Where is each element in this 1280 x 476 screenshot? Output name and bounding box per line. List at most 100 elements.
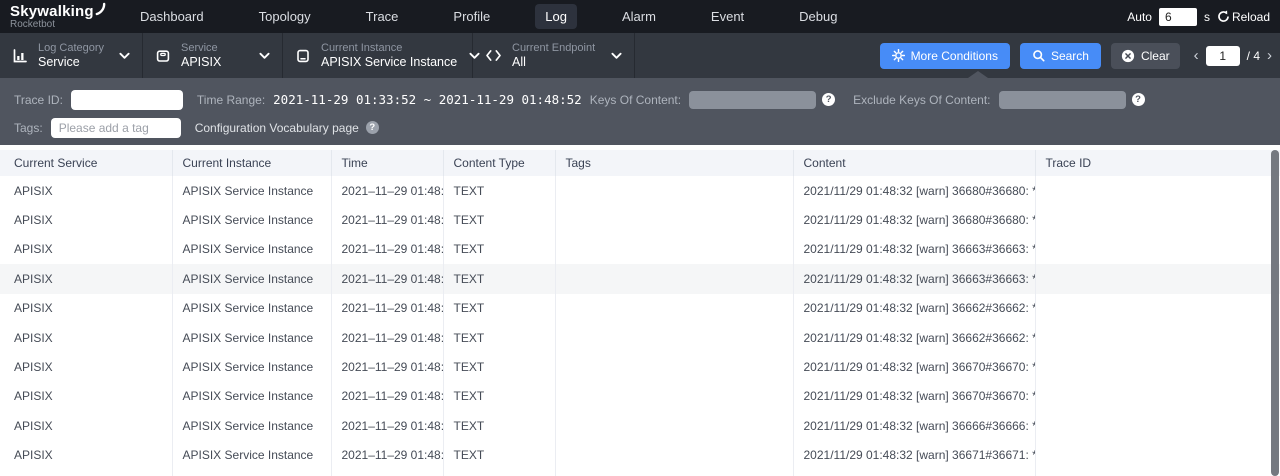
cell-instance: APISIX Service Instance [172,411,331,440]
cell-time: 2021–11–29 01:48:52 [331,352,443,381]
cell-instance: APISIX Service Instance [172,352,331,381]
logo-swoosh-icon [95,2,106,16]
search-label: Search [1051,49,1089,63]
table-row[interactable]: APISIXAPISIX Service Instance2021–11–29 … [0,294,1280,323]
cell-content: 2021/11/29 01:48:32 [warn] 36680#36680: … [793,205,1035,234]
nav-item-debug[interactable]: Debug [789,4,847,29]
time-range-label: Time Range: [197,93,265,107]
current-instance-selector[interactable]: Current Instance APISIX Service Instance [283,33,473,78]
current-endpoint-selector[interactable]: Current Endpoint All [473,33,635,78]
chevron-down-icon [247,52,270,60]
cell-content: 2021/11/29 01:48:32 [warn] 36662#36662: … [793,294,1035,323]
table-row[interactable]: APISIXAPISIX Service Instance2021–11–29 … [0,441,1280,470]
exclude-keys-input[interactable] [999,91,1126,109]
cell-service: APISIX [0,294,172,323]
cell-type: TEXT [443,235,555,264]
table-row[interactable]: APISIXAPISIX Service Instance2021–11–29 … [0,382,1280,411]
app-logo[interactable]: Skywalking Rocketbot [10,4,106,30]
nav-item-event[interactable]: Event [701,4,754,29]
nav-item-log[interactable]: Log [535,4,577,29]
cell-service: APISIX [0,441,172,470]
selector-value: APISIX [181,55,221,70]
tags-label: Tags: [14,121,43,135]
cell-tags [555,294,793,323]
cell-service: APISIX [0,323,172,352]
cell-tags [555,352,793,381]
auto-label: Auto [1127,10,1152,24]
help-icon[interactable]: ? [1132,93,1145,106]
top-navbar: Skywalking Rocketbot Dashboard Topology Tr… [0,0,1280,33]
cell-time: 2021–11–29 01:48:52 [331,235,443,264]
reload-icon [1217,10,1230,23]
cell-time: 2021–11–29 01:48:52 [331,205,443,234]
cell-service: APISIX [0,176,172,205]
exclude-keys-label: Exclude Keys Of Content: [853,93,990,107]
help-icon[interactable]: ? [366,121,379,134]
cell-type: TEXT [443,441,555,470]
reload-button[interactable]: Reload [1217,10,1270,24]
nav-item-dashboard[interactable]: Dashboard [130,4,214,29]
cell-service: APISIX [0,352,172,381]
more-conditions-label: More Conditions [911,49,998,63]
nav-item-topology[interactable]: Topology [249,4,321,29]
table-row[interactable]: APISIXAPISIX Service Instance2021–11–29 … [0,176,1280,205]
cell-type: TEXT [443,176,555,205]
cell-tags [555,323,793,352]
search-button[interactable]: Search [1020,43,1101,69]
cell-empty [555,470,793,476]
selector-label: Current Endpoint [512,42,595,55]
cell-trace-id [1035,176,1280,205]
keys-of-content-label: Keys Of Content: [590,93,681,107]
auto-interval-input[interactable] [1159,8,1197,26]
cell-tags [555,205,793,234]
cell-tags [555,235,793,264]
table-row[interactable]: APISIXAPISIX Service Instance2021–11–29 … [0,411,1280,440]
cell-type: TEXT [443,382,555,411]
gear-icon [892,49,905,62]
cell-type: TEXT [443,205,555,234]
help-icon[interactable]: ? [822,93,835,106]
table-row[interactable]: APISIXAPISIX Service Instance2021–11–29 … [0,235,1280,264]
table-row-partial [0,470,1280,476]
vertical-scrollbar[interactable] [1271,150,1279,476]
cell-instance: APISIX Service Instance [172,264,331,293]
cell-type: TEXT [443,411,555,440]
cell-time: 2021–11–29 01:48:52 [331,411,443,440]
nav-item-trace[interactable]: Trace [356,4,409,29]
trace-id-label: Trace ID: [14,93,63,107]
nav-item-profile[interactable]: Profile [443,4,500,29]
cell-time: 2021–11–29 01:48:52 [331,382,443,411]
clear-button[interactable]: Clear [1111,43,1180,69]
log-toolbar: Log Category Service Service APISIX [0,33,1280,78]
log-category-selector[interactable]: Log Category Service [0,33,143,78]
service-selector[interactable]: Service APISIX [143,33,283,78]
cell-type: TEXT [443,352,555,381]
cell-empty [1035,470,1280,476]
close-circle-icon [1121,49,1135,63]
chevron-left-icon[interactable]: ‹ [1194,48,1199,63]
time-range-value[interactable]: 2021-11-29 01:33:52 ~ 2021-11-29 01:48:5… [273,92,582,107]
column-header-tags: Tags [555,150,793,176]
cell-trace-id [1035,382,1280,411]
nav-item-alarm[interactable]: Alarm [612,4,666,29]
chevron-right-icon[interactable]: › [1267,48,1272,63]
tags-input[interactable] [51,118,181,138]
selector-value: All [512,55,595,70]
trace-id-input[interactable] [71,90,183,110]
table-row[interactable]: APISIXAPISIX Service Instance2021–11–29 … [0,352,1280,381]
log-table-body: APISIXAPISIX Service Instance2021–11–29 … [0,176,1280,476]
cell-trace-id [1035,323,1280,352]
cell-service: APISIX [0,411,172,440]
cell-empty [331,470,443,476]
table-row[interactable]: APISIXAPISIX Service Instance2021–11–29 … [0,323,1280,352]
table-row[interactable]: APISIXAPISIX Service Instance2021–11–29 … [0,205,1280,234]
column-header-content: Content [793,150,1035,176]
more-conditions-button[interactable]: More Conditions [880,43,1010,69]
cell-instance: APISIX Service Instance [172,294,331,323]
table-row[interactable]: APISIXAPISIX Service Instance2021–11–29 … [0,264,1280,293]
keys-of-content-input[interactable] [689,91,816,109]
auto-unit-label: s [1204,10,1210,24]
page-number-input[interactable] [1206,46,1240,66]
chevron-down-icon [599,52,622,60]
vocabulary-page-link[interactable]: Configuration Vocabulary page [195,121,359,135]
